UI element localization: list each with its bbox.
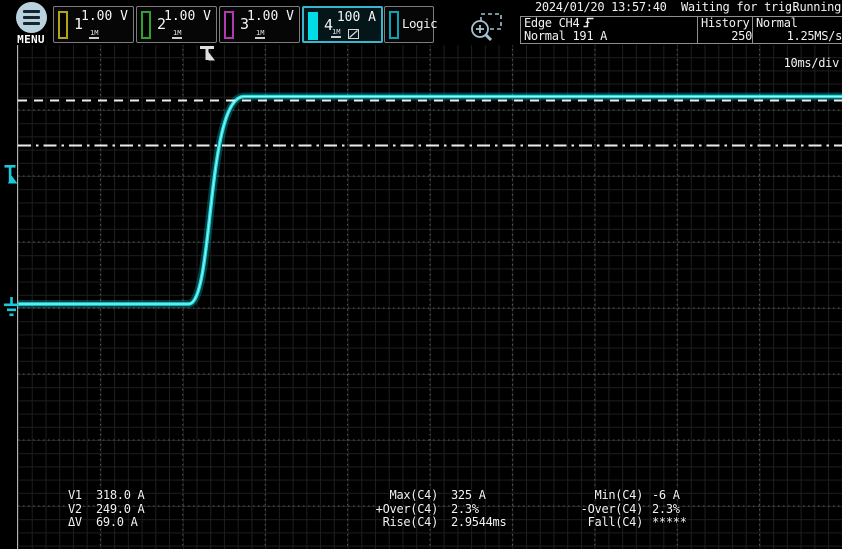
cursor-v2-readout: V2249.0 A bbox=[68, 503, 144, 517]
menu-label: MENU bbox=[7, 34, 55, 45]
stats-left-readouts: Max(C4)325 A +Over(C4)2.3% Rise(C4)2.954… bbox=[350, 489, 506, 530]
current-probe-icon bbox=[348, 29, 359, 39]
channel-4-button[interactable]: 4 100 A 1M bbox=[302, 6, 383, 43]
channel-2-scale: 1.00 V bbox=[164, 9, 211, 24]
channel-4-color-bar bbox=[308, 12, 318, 40]
cursor-v1-readout: V1318.0 A bbox=[68, 489, 144, 503]
channel-1-button[interactable]: 1 1.00 V 1M bbox=[53, 6, 134, 43]
channel-2-impedance-icon: 1M bbox=[172, 30, 182, 39]
channel-4-impedance-icon: 1M bbox=[331, 29, 341, 38]
rising-edge-icon bbox=[583, 17, 594, 28]
ch4-ground-marker[interactable] bbox=[4, 297, 19, 316]
rise-time-readout: Rise(C4)2.9544ms bbox=[350, 516, 506, 530]
acquisition-box[interactable]: Normal 1.25MS/s bbox=[752, 16, 842, 44]
menu-button[interactable]: MENU bbox=[7, 2, 55, 45]
trigger-type: Edge CH4 bbox=[524, 16, 579, 30]
channel-2-color-bar bbox=[141, 11, 151, 39]
channel-3-button[interactable]: 3 1.00 V 1M bbox=[219, 6, 300, 43]
trigger-status: Waiting for trig. bbox=[681, 1, 799, 14]
logic-label: Logic bbox=[402, 16, 437, 31]
cursor-dv-readout: ΔV69.0 A bbox=[68, 516, 144, 530]
status-line: 2024/01/20 13:57:40 Waiting for trig. Ru… bbox=[535, 1, 841, 14]
datetime: 2024/01/20 13:57:40 bbox=[535, 1, 667, 14]
channel-1-scale: 1.00 V bbox=[81, 9, 128, 24]
channel-2-button[interactable]: 2 1.00 V 1M bbox=[136, 6, 217, 43]
channel-1-impedance-icon: 1M bbox=[89, 30, 99, 39]
neg-overshoot-readout: -Over(C4)2.3% bbox=[555, 503, 687, 517]
timebase-readout: 10ms/div bbox=[784, 56, 839, 70]
channel-3-scale: 1.00 V bbox=[247, 9, 294, 24]
history-count: 250 bbox=[701, 30, 752, 43]
hamburger-menu-icon bbox=[16, 2, 47, 33]
trigger-settings-box[interactable]: Edge CH4 Normal 191 A bbox=[520, 16, 701, 44]
graticule bbox=[0, 44, 842, 549]
min-readout: Min(C4)-6 A bbox=[555, 489, 687, 503]
logic-button[interactable]: Logic bbox=[384, 6, 434, 43]
channel-3-impedance-icon: 1M bbox=[255, 30, 265, 39]
channel-3-color-bar bbox=[224, 11, 234, 39]
sample-rate: 1.25MS/s bbox=[756, 30, 842, 43]
trigger-level-marker[interactable] bbox=[5, 165, 18, 184]
run-status: Running bbox=[793, 1, 841, 14]
max-readout: Max(C4)325 A bbox=[350, 489, 506, 503]
stats-right-readouts: Min(C4)-6 A -Over(C4)2.3% Fall(C4)***** bbox=[555, 489, 687, 530]
top-toolbar: MENU 1 1.00 V 1M 2 1.00 V 1M 3 1.00 V 1M… bbox=[0, 0, 842, 45]
channel-1-color-bar bbox=[58, 11, 68, 39]
cursor-readouts: V1318.0 A V2249.0 A ΔV69.0 A bbox=[68, 489, 144, 530]
zoom-search-icon[interactable] bbox=[467, 12, 505, 44]
pos-overshoot-readout: +Over(C4)2.3% bbox=[350, 503, 506, 517]
fall-time-readout: Fall(C4)***** bbox=[555, 516, 687, 530]
logic-color-bar bbox=[389, 11, 399, 39]
oscilloscope-screen: MENU 1 1.00 V 1M 2 1.00 V 1M 3 1.00 V 1M… bbox=[0, 0, 842, 549]
trigger-mode: Normal 191 A bbox=[524, 30, 697, 43]
history-box[interactable]: History 250 bbox=[697, 16, 756, 44]
channel-4-scale: 100 A bbox=[337, 10, 376, 25]
